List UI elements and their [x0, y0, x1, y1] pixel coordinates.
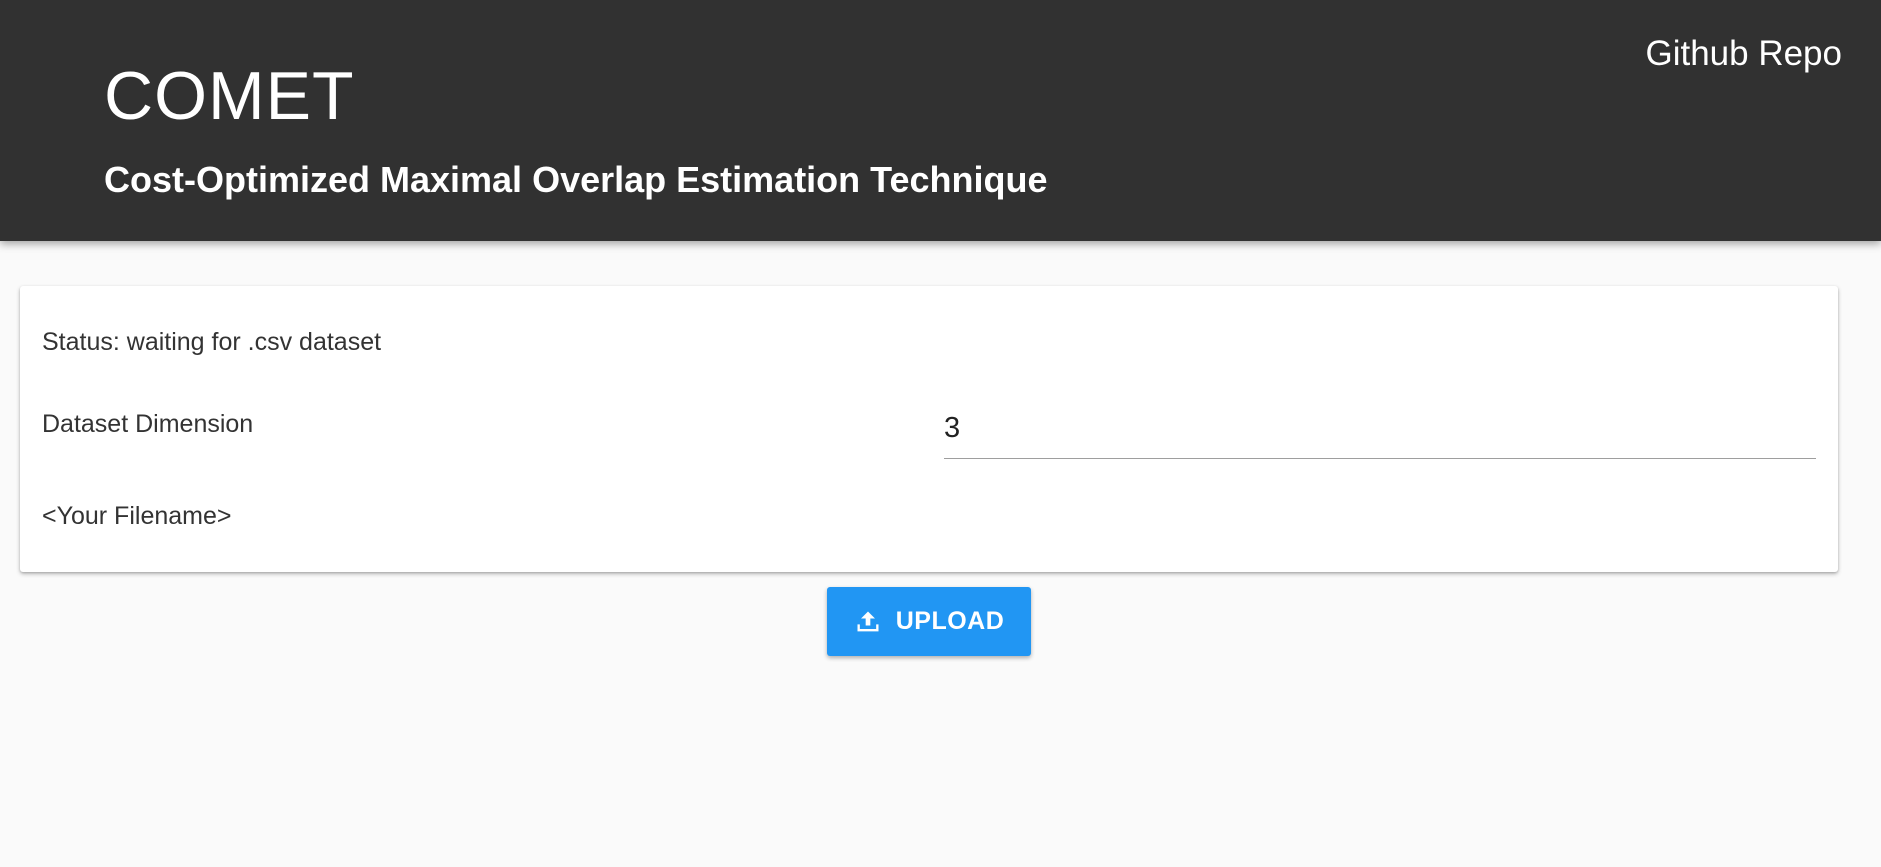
- upload-icon: [857, 611, 879, 631]
- github-repo-link[interactable]: Github Repo: [1645, 32, 1842, 76]
- upload-button-label: UPLOAD: [895, 607, 1005, 635]
- app-title: COMET: [104, 58, 355, 134]
- app-subtitle: Cost-Optimized Maximal Overlap Estimatio…: [104, 159, 1048, 200]
- dataset-dimension-input[interactable]: [944, 404, 1816, 445]
- dataset-dimension-label: Dataset Dimension: [42, 410, 254, 438]
- app-header: COMET Cost-Optimized Maximal Overlap Est…: [0, 0, 1881, 241]
- status-text: Status: waiting for .csv dataset: [42, 328, 382, 356]
- dataset-card: Status: waiting for .csv dataset Dataset…: [20, 286, 1838, 572]
- upload-button[interactable]: UPLOAD: [827, 587, 1031, 656]
- filename-text: <Your Filename>: [42, 502, 232, 530]
- dataset-dimension-field: [944, 404, 1816, 459]
